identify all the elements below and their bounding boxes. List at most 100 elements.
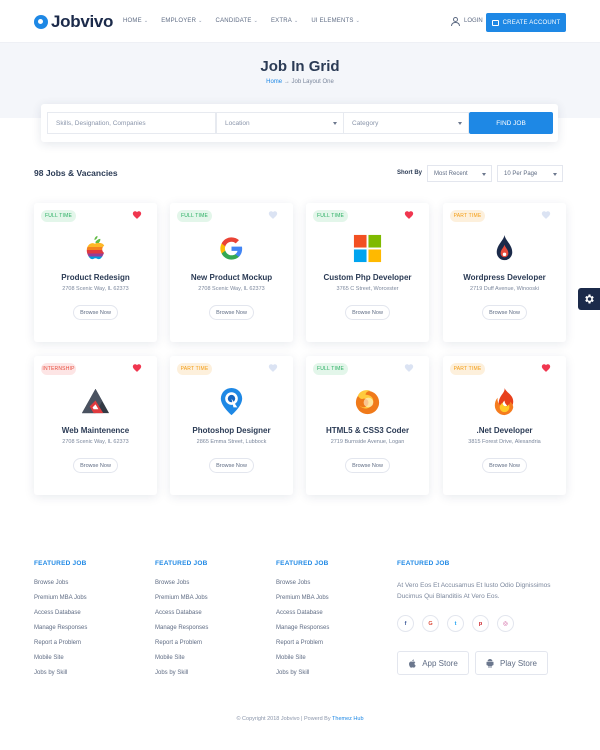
- job-card[interactable]: FULL TIME HTML5 & CSS3 Coder 2719 Burnsi…: [306, 356, 429, 495]
- job-card[interactable]: INTERNSHIP Web Maintenence 2708 Scenic W…: [34, 356, 157, 495]
- job-card[interactable]: PART TIME Wordpress Developer 2719 Duff …: [443, 203, 566, 342]
- create-account-button[interactable]: CREATE ACCOUNT: [486, 13, 566, 32]
- job-search-form: Skills, Designation, Companies Location …: [41, 104, 558, 142]
- footer-link[interactable]: Premium MBA Jobs: [34, 595, 87, 610]
- footer-link[interactable]: Manage Responses: [155, 625, 208, 640]
- footer-column: FEATURED JOB Browse Jobs Premium MBA Job…: [34, 560, 87, 685]
- footer-link[interactable]: Report a Problem: [155, 640, 208, 655]
- category-select[interactable]: Category: [343, 112, 469, 134]
- job-address: 2719 Burnside Avenue, Logan: [330, 439, 405, 445]
- copyright: © Copyright 2018 Jobvivo | Powerd By The…: [236, 716, 364, 722]
- footer-link[interactable]: Browse Jobs: [34, 580, 87, 595]
- job-title[interactable]: New Product Mockup: [170, 273, 293, 282]
- footer-link[interactable]: Jobs by Skill: [34, 670, 87, 685]
- footer-link[interactable]: Manage Responses: [34, 625, 87, 640]
- nav-home[interactable]: HOME ⌄: [123, 18, 148, 24]
- heart-icon[interactable]: [268, 210, 278, 220]
- job-card[interactable]: FULL TIME Custom Php Developer 3765 C St…: [306, 203, 429, 342]
- job-title[interactable]: Product Redesign: [34, 273, 157, 282]
- job-type-badge: FULL TIME: [41, 210, 76, 222]
- browse-now-button[interactable]: Browse Now: [209, 305, 254, 320]
- browse-now-button[interactable]: Browse Now: [73, 458, 118, 473]
- chevron-down-icon: ⌄: [198, 18, 203, 24]
- location-select[interactable]: Location: [216, 112, 344, 134]
- nav-ui-elements[interactable]: UI ELEMENTS ⌄: [311, 18, 360, 24]
- job-address: 2708 Scenic Way, IL 62373: [62, 286, 129, 292]
- chevron-down-icon: ⌄: [355, 18, 360, 24]
- job-type-badge: PART TIME: [450, 210, 485, 222]
- browse-now-button[interactable]: Browse Now: [482, 305, 527, 320]
- job-card[interactable]: FULL TIME Product Redesign 2708 Scenic W…: [34, 203, 157, 342]
- nav-candidate[interactable]: CANDIDATE ⌄: [216, 18, 258, 24]
- find-job-button[interactable]: FIND JOB: [469, 112, 553, 134]
- job-address: 2708 Scenic Way, IL 62373: [198, 286, 265, 292]
- page-title: Job In Grid: [260, 58, 340, 75]
- job-title[interactable]: .Net Developer: [443, 426, 566, 435]
- google-plus-icon[interactable]: G: [422, 615, 439, 632]
- footer-link[interactable]: Manage Responses: [276, 625, 329, 640]
- footer-link[interactable]: Premium MBA Jobs: [155, 595, 208, 610]
- social-links: f G t p ◎: [397, 615, 514, 632]
- settings-panel-toggle[interactable]: [578, 288, 600, 310]
- job-title[interactable]: Wordpress Developer: [443, 273, 566, 282]
- footer-link[interactable]: Report a Problem: [276, 640, 329, 655]
- footer-link[interactable]: Mobile Site: [155, 655, 208, 670]
- apple-logo-icon: [80, 233, 111, 264]
- job-card[interactable]: FULL TIME New Product Mockup 2708 Scenic…: [170, 203, 293, 342]
- job-title[interactable]: Photoshop Designer: [170, 426, 293, 435]
- browse-now-button[interactable]: Browse Now: [209, 458, 254, 473]
- job-type-badge: FULL TIME: [313, 210, 348, 222]
- job-title[interactable]: HTML5 & CSS3 Coder: [306, 426, 429, 435]
- footer-link[interactable]: Browse Jobs: [155, 580, 208, 595]
- browse-now-button[interactable]: Browse Now: [73, 305, 118, 320]
- heart-icon[interactable]: [132, 363, 142, 373]
- logo-text: Jobvivo: [51, 12, 114, 31]
- copyright-brand-link[interactable]: Themez Hub: [332, 716, 364, 722]
- play-store-button[interactable]: Play Store: [475, 651, 548, 675]
- twitter-icon[interactable]: t: [447, 615, 464, 632]
- footer-link[interactable]: Mobile Site: [34, 655, 87, 670]
- apple-icon: [408, 658, 416, 668]
- browse-now-button[interactable]: Browse Now: [482, 458, 527, 473]
- android-icon: [486, 658, 494, 668]
- breadcrumb-home[interactable]: Home: [266, 79, 282, 85]
- caret-down-icon: [333, 122, 337, 125]
- pinterest-icon[interactable]: p: [472, 615, 489, 632]
- nav-employer[interactable]: EMPLOYER ⌄: [161, 18, 202, 24]
- footer-link[interactable]: Mobile Site: [276, 655, 329, 670]
- keywords-input[interactable]: Skills, Designation, Companies: [47, 112, 216, 134]
- job-title[interactable]: Web Maintenence: [34, 426, 157, 435]
- windows-logo-icon: [352, 233, 383, 264]
- per-page-select[interactable]: 10 Per Page: [497, 165, 563, 182]
- sort-select[interactable]: Most Recent: [427, 165, 492, 182]
- job-card[interactable]: PART TIME .Net Developer 3815 Forest Dri…: [443, 356, 566, 495]
- login-link[interactable]: LOGIN: [451, 17, 483, 26]
- app-store-button[interactable]: App Store: [397, 651, 469, 675]
- footer-link[interactable]: Access Database: [155, 610, 208, 625]
- footer-heading: FEATURED JOB: [34, 560, 87, 567]
- browse-now-button[interactable]: Browse Now: [345, 305, 390, 320]
- heart-icon[interactable]: [268, 363, 278, 373]
- browse-now-button[interactable]: Browse Now: [345, 458, 390, 473]
- heart-icon[interactable]: [404, 210, 414, 220]
- footer-link[interactable]: Premium MBA Jobs: [276, 595, 329, 610]
- footer-link[interactable]: Jobs by Skill: [155, 670, 208, 685]
- heart-icon[interactable]: [541, 210, 551, 220]
- logo-icon: [34, 15, 48, 29]
- footer-link[interactable]: Access Database: [34, 610, 87, 625]
- gear-icon: [583, 293, 595, 305]
- footer-link[interactable]: Access Database: [276, 610, 329, 625]
- job-card[interactable]: PART TIME Photoshop Designer 2865 Emma S…: [170, 356, 293, 495]
- footer-link[interactable]: Browse Jobs: [276, 580, 329, 595]
- job-title[interactable]: Custom Php Developer: [306, 273, 429, 282]
- footer-link[interactable]: Jobs by Skill: [276, 670, 329, 685]
- heart-icon[interactable]: [132, 210, 142, 220]
- footer-link[interactable]: Report a Problem: [34, 640, 87, 655]
- nav-extra[interactable]: EXTRA ⌄: [271, 18, 298, 24]
- heart-icon[interactable]: [541, 363, 551, 373]
- instagram-icon[interactable]: ◎: [497, 615, 514, 632]
- facebook-icon[interactable]: f: [397, 615, 414, 632]
- logo[interactable]: Jobvivo: [34, 12, 113, 32]
- heart-icon[interactable]: [404, 363, 414, 373]
- main-nav: HOME ⌄ EMPLOYER ⌄ CANDIDATE ⌄ EXTRA ⌄ UI ELE…: [123, 18, 360, 24]
